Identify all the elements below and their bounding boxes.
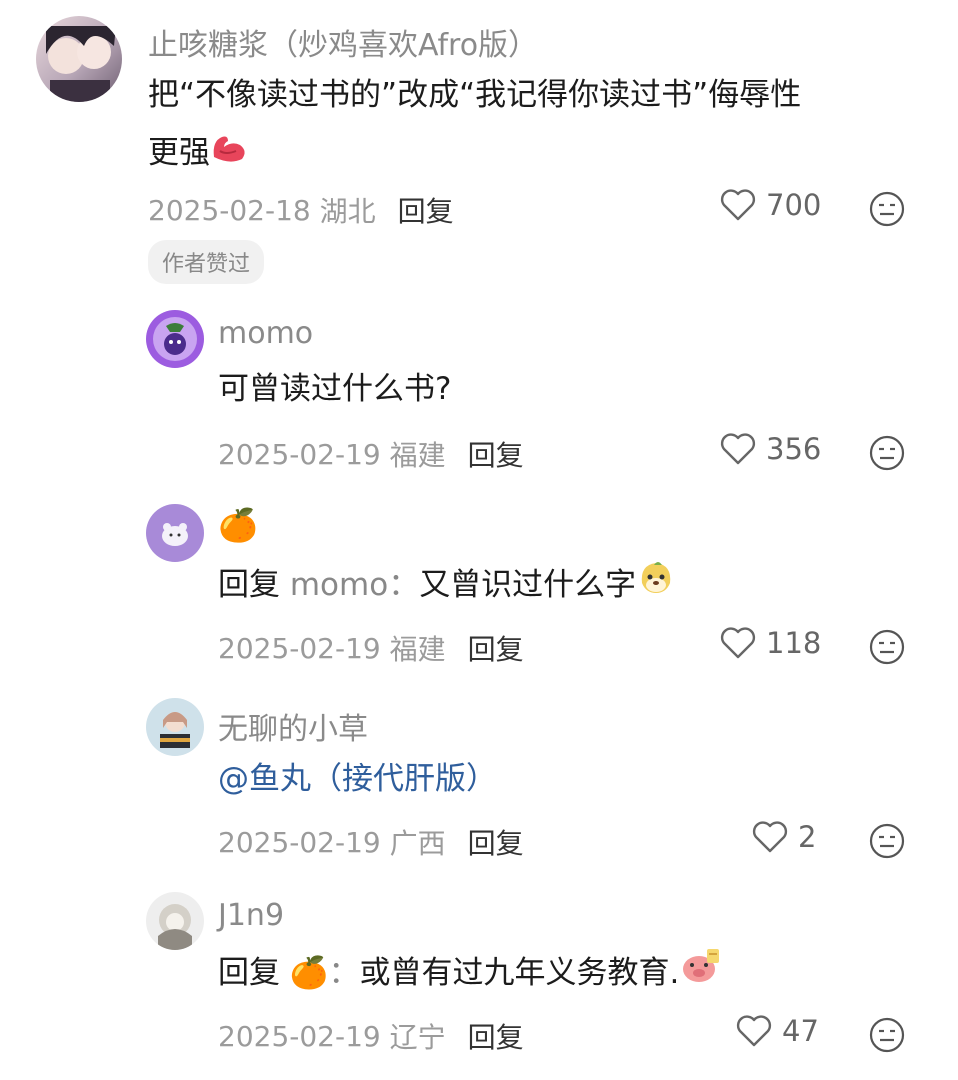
comment-username[interactable]: 止咳糖浆（炒鸡喜欢Afro版）	[148, 20, 538, 64]
like-count: 118	[766, 626, 822, 660]
avatar-image	[46, 26, 116, 102]
comment-meta: 2025-02-19 广西 回复	[218, 822, 524, 862]
comment-username[interactable]: 无聊的小草	[218, 704, 368, 748]
comment-text-line: 更强	[148, 124, 938, 184]
neutral-face-icon	[869, 629, 905, 665]
comment-meta: 2025-02-19 辽宁 回复	[218, 1016, 524, 1056]
reply-to-user[interactable]: momo：	[290, 567, 419, 603]
comment-username[interactable]: 🍊	[218, 506, 258, 544]
comment-text: 把“不像读过书的”改成“我记得你读过书”侮辱性 更强	[148, 66, 938, 184]
comment-date: 2025-02-19	[218, 631, 381, 665]
like-button[interactable]: 356	[720, 432, 821, 466]
comment-date: 2025-02-19	[218, 825, 381, 859]
heart-outline-icon	[736, 1015, 772, 1047]
avatar-image	[160, 712, 190, 748]
comment-text: 可曾读过什么书?	[218, 371, 452, 407]
author-liked-badge: 作者赞过	[148, 240, 265, 284]
comment-meta: 2025-02-19 福建 回复	[218, 434, 524, 474]
comment-date: 2025-02-19	[218, 1019, 381, 1053]
reply-button[interactable]: 回复	[468, 628, 524, 668]
avatar-image	[153, 317, 197, 361]
comment-body: 或曾有过九年义务教育.	[359, 955, 680, 991]
comment-location: 广西	[389, 827, 446, 860]
comment-location: 福建	[389, 439, 446, 472]
reply-prefix: 回复	[218, 567, 280, 603]
like-count: 356	[766, 432, 822, 466]
avatar[interactable]	[36, 16, 122, 102]
comment-username[interactable]: momo	[218, 316, 313, 351]
dislike-button[interactable]	[868, 822, 906, 864]
avatar[interactable]	[146, 504, 204, 562]
comment-location: 福建	[389, 633, 446, 666]
avatar[interactable]	[146, 698, 204, 756]
like-button[interactable]: 118	[720, 626, 821, 660]
dislike-button[interactable]	[868, 434, 906, 476]
dog-face-icon	[636, 557, 676, 616]
like-count: 47	[782, 1014, 819, 1048]
comment-text: 回复 momo：又曾识过什么字	[218, 556, 676, 616]
comment-text: 回复 🍊：或曾有过九年义务教育.	[218, 944, 721, 1004]
avatar-image	[162, 523, 188, 546]
comment-username[interactable]: J1n9	[218, 898, 284, 933]
like-count: 700	[766, 188, 822, 222]
comment-text-line: 把“不像读过书的”改成“我记得你读过书”侮辱性	[148, 77, 802, 113]
like-button[interactable]: 700	[720, 188, 821, 222]
comment-date: 2025-02-19	[218, 437, 381, 471]
avatar[interactable]	[146, 310, 204, 368]
dislike-button[interactable]	[868, 190, 906, 232]
neutral-face-icon	[869, 191, 905, 227]
comment-date: 2025-02-18	[148, 193, 311, 227]
avatar-image	[158, 904, 192, 950]
heart-outline-icon	[720, 433, 756, 465]
mention-link[interactable]: @鱼丸（接代肝版）	[218, 750, 497, 808]
like-button[interactable]: 2	[752, 820, 816, 854]
comment-text-line2: 更强	[148, 135, 210, 171]
pig-face-icon	[679, 945, 721, 1004]
reply-to-user[interactable]: 🍊：	[290, 955, 360, 991]
like-count: 2	[798, 820, 817, 854]
neutral-face-icon	[869, 823, 905, 859]
comment-meta: 2025-02-18 湖北 回复	[148, 190, 454, 230]
comment-meta: 2025-02-19 福建 回复	[218, 628, 524, 668]
reply-button[interactable]: 回复	[468, 822, 524, 862]
neutral-face-icon	[869, 1017, 905, 1053]
reply-button[interactable]: 回复	[468, 434, 524, 474]
dislike-button[interactable]	[868, 1016, 906, 1058]
heart-outline-icon	[752, 821, 788, 853]
avatar[interactable]	[146, 892, 204, 950]
neutral-face-icon	[869, 435, 905, 471]
heart-outline-icon	[720, 627, 756, 659]
comment-location: 湖北	[319, 195, 376, 228]
reply-button[interactable]: 回复	[468, 1016, 524, 1056]
comment-body: 又曾识过什么字	[419, 567, 637, 603]
heart-outline-icon	[720, 189, 756, 221]
reply-prefix: 回复	[218, 955, 280, 991]
reply-button[interactable]: 回复	[398, 190, 454, 230]
dislike-button[interactable]	[868, 628, 906, 670]
comment-location: 辽宁	[389, 1021, 446, 1054]
flexed-biceps-icon	[210, 126, 248, 184]
like-button[interactable]: 47	[736, 1014, 819, 1048]
